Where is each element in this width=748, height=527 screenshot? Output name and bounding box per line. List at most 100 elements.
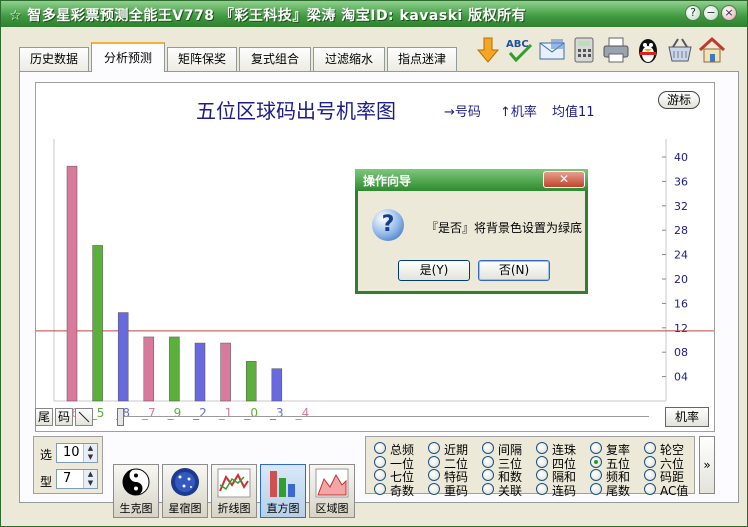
radio-0-2[interactable] bbox=[482, 442, 494, 454]
tab-history-data[interactable]: 历史数据 bbox=[19, 47, 89, 71]
bar bbox=[245, 361, 257, 402]
y-tick-label: 32 bbox=[674, 200, 688, 213]
tab-guidance[interactable]: 指点迷津 bbox=[387, 47, 457, 71]
chart-button-label: 星宿图 bbox=[168, 502, 202, 515]
y-tick-label: 04 bbox=[674, 371, 688, 384]
radio-0-1[interactable] bbox=[428, 442, 440, 454]
diagonal-line-icon bbox=[78, 411, 90, 423]
radio-1-4[interactable] bbox=[590, 455, 602, 468]
calculator-icon[interactable] bbox=[569, 35, 599, 65]
chart-button-label: 折线图 bbox=[217, 502, 251, 515]
radio-3-0[interactable] bbox=[374, 482, 386, 495]
tab-compound-combo[interactable]: 复式组合 bbox=[239, 47, 311, 71]
spinner-arrows-icon[interactable]: ▲ ▼ bbox=[83, 444, 97, 462]
radio-2-1[interactable] bbox=[428, 469, 440, 481]
basket-icon[interactable] bbox=[665, 35, 695, 65]
dialog-close-button[interactable]: ✕ bbox=[543, 171, 585, 188]
period-slider-track[interactable] bbox=[117, 416, 649, 418]
main-window: ☆ 智多星彩票预测全能王V778 『彩王科技』梁涛 淘宝ID: kavaski … bbox=[0, 0, 748, 527]
radio-3-2[interactable] bbox=[482, 482, 494, 495]
close-button[interactable]: × bbox=[721, 5, 737, 21]
selector-group: 选 10 ▲ ▼ 型 7 ▲ ▼ bbox=[33, 436, 103, 494]
more-options-button[interactable]: » bbox=[699, 436, 715, 494]
radio-2-3[interactable] bbox=[536, 469, 548, 481]
y-tick-label: 24 bbox=[674, 249, 688, 262]
tab-filter-shrink[interactable]: 过滤缩水 bbox=[313, 47, 385, 71]
y-tick-label: 36 bbox=[674, 175, 688, 188]
help-button[interactable]: ? bbox=[685, 5, 701, 21]
radio-0-3[interactable] bbox=[536, 442, 548, 454]
radio-3-3[interactable] bbox=[536, 482, 548, 495]
y-tick-label: 12 bbox=[674, 322, 688, 335]
type-spinner[interactable]: 7 ▲ ▼ bbox=[56, 469, 98, 489]
download-arrow-icon[interactable] bbox=[473, 35, 503, 65]
y-tick-label: 28 bbox=[674, 224, 688, 237]
radio-3-1[interactable] bbox=[428, 482, 440, 495]
radio-2-5[interactable] bbox=[644, 469, 656, 481]
bar bbox=[66, 165, 78, 402]
radio-3-5[interactable] bbox=[644, 482, 656, 495]
area-chart-icon bbox=[315, 468, 349, 498]
qq-penguin-icon[interactable] bbox=[633, 35, 663, 65]
chart-button-label: 区域图 bbox=[315, 502, 349, 515]
bar bbox=[271, 368, 283, 402]
bar bbox=[117, 312, 129, 402]
radio-1-0[interactable] bbox=[374, 455, 386, 468]
dialog-title-bar[interactable]: 操作向导 ✕ bbox=[355, 169, 588, 191]
question-icon: ? bbox=[372, 209, 404, 241]
y-tick-label: 08 bbox=[674, 346, 688, 359]
tab-matrix-guarantee[interactable]: 矩阵保奖 bbox=[167, 47, 237, 71]
chart-button-histogram[interactable]: 直方图 bbox=[260, 464, 306, 518]
period-slider-thumb[interactable] bbox=[117, 408, 124, 426]
home-icon[interactable] bbox=[697, 35, 727, 65]
chart-button-line[interactable]: 折线图 bbox=[211, 464, 257, 518]
title-bar[interactable]: ☆ 智多星彩票预测全能王V778 『彩王科技』梁涛 淘宝ID: kavaski … bbox=[1, 1, 747, 27]
tail-button[interactable]: 尾 bbox=[35, 408, 53, 426]
radio-1-2[interactable] bbox=[482, 455, 494, 468]
yin-yang-icon bbox=[122, 468, 150, 496]
diagonal-tool-button[interactable] bbox=[75, 408, 93, 426]
printer-icon[interactable] bbox=[601, 35, 631, 65]
type-label: 型 bbox=[40, 475, 53, 489]
radio-2-0[interactable] bbox=[374, 469, 386, 481]
chart-button-label: 直方图 bbox=[266, 502, 300, 515]
select-spinner[interactable]: 10 ▲ ▼ bbox=[56, 443, 98, 463]
histogram-icon bbox=[270, 471, 295, 497]
radio-label: 奇数 bbox=[390, 483, 415, 498]
radio-2-4[interactable] bbox=[590, 469, 602, 481]
radio-3-4[interactable] bbox=[590, 482, 602, 495]
y-tick-label: 40 bbox=[674, 151, 688, 164]
spellcheck-icon[interactable]: ABC bbox=[505, 35, 535, 65]
radio-label: AC值 bbox=[660, 483, 689, 498]
operation-guide-dialog: 操作向导 ✕ ? 『是否』将背景色设置为绿底 是(Y) 否(N) bbox=[355, 169, 588, 294]
no-button[interactable]: 否(N) bbox=[478, 260, 550, 281]
chart-button-area[interactable]: 区域图 bbox=[309, 464, 355, 518]
radio-1-5[interactable] bbox=[644, 455, 656, 468]
client-area: 历史数据 分析预测 矩阵保奖 复式组合 过滤缩水 指点迷津 ABC 五位区球码出… bbox=[5, 27, 743, 523]
mail-icon[interactable] bbox=[537, 35, 567, 65]
constellation-icon bbox=[171, 468, 199, 496]
radio-1-1[interactable] bbox=[428, 455, 440, 468]
minimize-button[interactable]: − bbox=[703, 5, 719, 21]
bar bbox=[220, 342, 231, 402]
bar bbox=[169, 336, 180, 402]
tab-analysis-forecast[interactable]: 分析预测 bbox=[91, 42, 165, 72]
chart-button-label: 生克图 bbox=[119, 502, 153, 515]
chart-button-shengke[interactable]: 生克图 bbox=[113, 464, 159, 518]
probability-button[interactable]: 机率 bbox=[665, 407, 709, 427]
spinner-arrows-icon[interactable]: ▲ ▼ bbox=[83, 470, 97, 488]
radio-1-3[interactable] bbox=[536, 455, 548, 468]
dialog-title: 操作向导 bbox=[363, 174, 412, 188]
yes-button[interactable]: 是(Y) bbox=[398, 260, 470, 281]
chart-button-xingxiu[interactable]: 星宿图 bbox=[162, 464, 208, 518]
radio-0-0[interactable] bbox=[374, 442, 386, 454]
radio-2-2[interactable] bbox=[482, 469, 494, 481]
svg-text:ABC: ABC bbox=[506, 39, 529, 50]
code-button[interactable]: 码 bbox=[55, 408, 73, 426]
select-value: 10 bbox=[63, 445, 80, 460]
radio-0-4[interactable] bbox=[590, 442, 602, 454]
radio-0-5[interactable] bbox=[644, 442, 656, 454]
bar bbox=[92, 245, 103, 402]
dialog-message: 『是否』将背景色设置为绿底 bbox=[426, 221, 583, 235]
radio-label: 重码 bbox=[444, 483, 469, 498]
